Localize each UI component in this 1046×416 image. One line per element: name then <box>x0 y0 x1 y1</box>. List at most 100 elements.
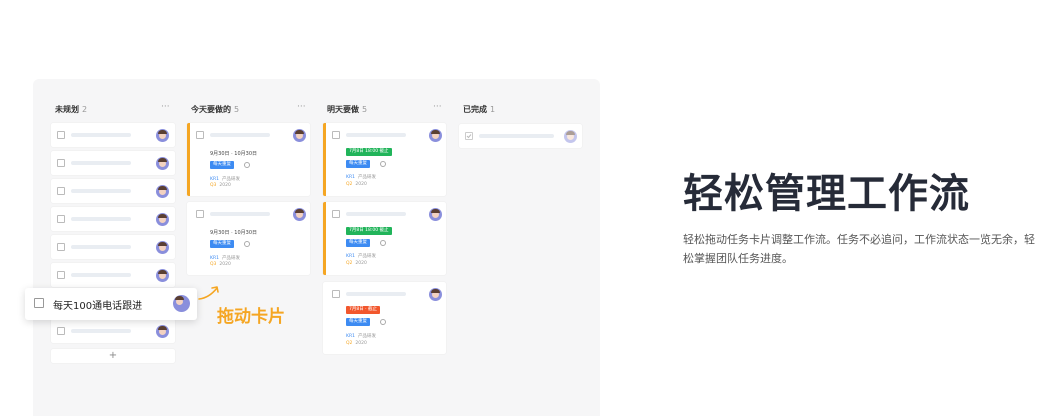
more-icon[interactable]: ··· <box>161 102 170 112</box>
task-checkbox[interactable] <box>57 271 65 279</box>
column-title: 已完成 <box>463 105 487 114</box>
task-checkbox[interactable] <box>57 327 65 335</box>
quarter: Q3 <box>210 183 217 188</box>
quarter: Q2 <box>346 182 353 187</box>
avatar <box>156 213 169 226</box>
task-checkbox[interactable] <box>332 131 340 139</box>
task-card[interactable] <box>51 123 175 147</box>
repeat-tag: 每天重复 <box>346 160 370 168</box>
column-title: 明天要做 <box>327 105 359 114</box>
project-name: 产品研发 <box>357 254 376 259</box>
task-card[interactable] <box>51 179 175 203</box>
task-checkbox[interactable] <box>57 243 65 251</box>
task-title-placeholder <box>210 212 270 216</box>
task-title-placeholder <box>71 161 131 165</box>
column-header-unplanned: 未规划 2 <box>55 104 87 115</box>
task-meta: KR1 产品研发 <box>346 253 376 259</box>
task-meta: KR1 产品研发 <box>346 333 376 339</box>
task-card[interactable] <box>51 263 175 287</box>
kr-key: KR1 <box>346 175 355 180</box>
task-card[interactable] <box>51 151 175 175</box>
drag-arrow-icon <box>198 286 219 300</box>
avatar <box>156 269 169 282</box>
repeat-tag: 每天重复 <box>210 161 234 169</box>
avatar <box>156 325 169 338</box>
kr-key: KR1 <box>346 334 355 339</box>
column-count: 2 <box>82 105 88 114</box>
task-checkbox[interactable] <box>332 290 340 298</box>
column-title: 未规划 <box>55 105 79 114</box>
quarter: Q2 <box>346 341 353 346</box>
column-count: 5 <box>234 105 240 114</box>
column-title: 今天要做的 <box>191 105 231 114</box>
task-title-placeholder <box>346 212 406 216</box>
repeat-tag: 每天重复 <box>210 240 234 248</box>
column-header-today: 今天要做的 5 <box>191 104 239 115</box>
avatar <box>429 129 442 142</box>
task-card[interactable]: 9月30日 · 10月30日 每天重复 KR1 产品研发 Q3 2020 <box>187 202 310 275</box>
avatar <box>173 295 190 312</box>
clock-icon <box>244 162 250 168</box>
task-title-placeholder <box>71 189 131 193</box>
year: 2020 <box>219 183 231 188</box>
task-checkbox[interactable] <box>57 187 65 195</box>
quarter: Q3 <box>210 262 217 267</box>
task-title-placeholder <box>71 217 131 221</box>
task-card[interactable]: 7月8日 18:00 截止 每天重复 KR1 产品研发 Q2 2020 <box>323 123 446 196</box>
task-card[interactable]: 9月30日 · 10月30日 每天重复 KR1 产品研发 Q3 2020 <box>187 123 310 196</box>
task-card[interactable] <box>51 207 175 231</box>
task-meta: KR1 产品研发 <box>210 176 240 182</box>
more-icon[interactable]: ··· <box>297 102 306 112</box>
task-checkbox[interactable] <box>332 210 340 218</box>
year: 2020 <box>355 182 367 187</box>
task-card-done[interactable] <box>459 124 582 148</box>
project-name: 产品研发 <box>221 177 240 182</box>
column-count: 5 <box>362 105 368 114</box>
task-meta: Q2 2020 <box>346 182 367 187</box>
avatar <box>156 241 169 254</box>
due-date-tag: 7月8日 · 截止 <box>346 306 381 314</box>
project-name: 产品研发 <box>357 175 376 180</box>
checked-checkbox-icon[interactable] <box>465 132 473 140</box>
task-meta: Q2 2020 <box>346 261 367 266</box>
dragged-task-card[interactable]: 每天100通电话跟进 <box>25 288 197 320</box>
clock-icon <box>244 241 250 247</box>
add-task-button[interactable]: + <box>51 349 175 363</box>
more-icon[interactable]: ··· <box>433 102 442 112</box>
task-title-placeholder <box>210 133 270 137</box>
task-checkbox[interactable] <box>34 298 44 308</box>
task-title-placeholder <box>71 273 131 277</box>
task-checkbox[interactable] <box>196 131 204 139</box>
task-meta: Q3 2020 <box>210 262 231 267</box>
task-card[interactable]: 7月8日 18:00 截止 每天重复 KR1 产品研发 Q2 2020 <box>323 202 446 275</box>
year: 2020 <box>355 261 367 266</box>
task-checkbox[interactable] <box>196 210 204 218</box>
task-title-placeholder <box>479 134 554 138</box>
task-card[interactable]: 7月8日 · 截止 每天重复 KR1 产品研发 Q2 2020 <box>323 282 446 354</box>
task-card[interactable] <box>51 319 175 343</box>
task-date-range: 9月30日 · 10月30日 <box>210 151 258 157</box>
task-meta: Q2 2020 <box>346 341 367 346</box>
task-date-range: 9月30日 · 10月30日 <box>210 230 258 236</box>
avatar <box>293 129 306 142</box>
task-title-placeholder <box>346 133 406 137</box>
repeat-tag: 每天重复 <box>346 318 370 326</box>
column-header-tomorrow: 明天要做 5 <box>327 104 367 115</box>
task-meta: KR1 产品研发 <box>346 174 376 180</box>
hero-description: 轻松拖动任务卡片调整工作流。任务不必追问，工作流状态一览无余，轻松掌握团队任务进… <box>683 233 1035 265</box>
avatar <box>156 185 169 198</box>
kr-key: KR1 <box>210 177 219 182</box>
task-title-placeholder <box>71 245 131 249</box>
avatar <box>156 129 169 142</box>
task-checkbox[interactable] <box>57 159 65 167</box>
year: 2020 <box>355 341 367 346</box>
hero-title: 轻松管理工作流 <box>683 171 970 217</box>
task-checkbox[interactable] <box>57 215 65 223</box>
task-checkbox[interactable] <box>57 131 65 139</box>
column-header-done: 已完成 1 <box>463 104 495 115</box>
quarter: Q2 <box>346 261 353 266</box>
column-count: 1 <box>490 105 496 114</box>
task-card[interactable] <box>51 235 175 259</box>
task-title: 每天100通电话跟进 <box>53 301 143 312</box>
task-meta: Q3 2020 <box>210 183 231 188</box>
